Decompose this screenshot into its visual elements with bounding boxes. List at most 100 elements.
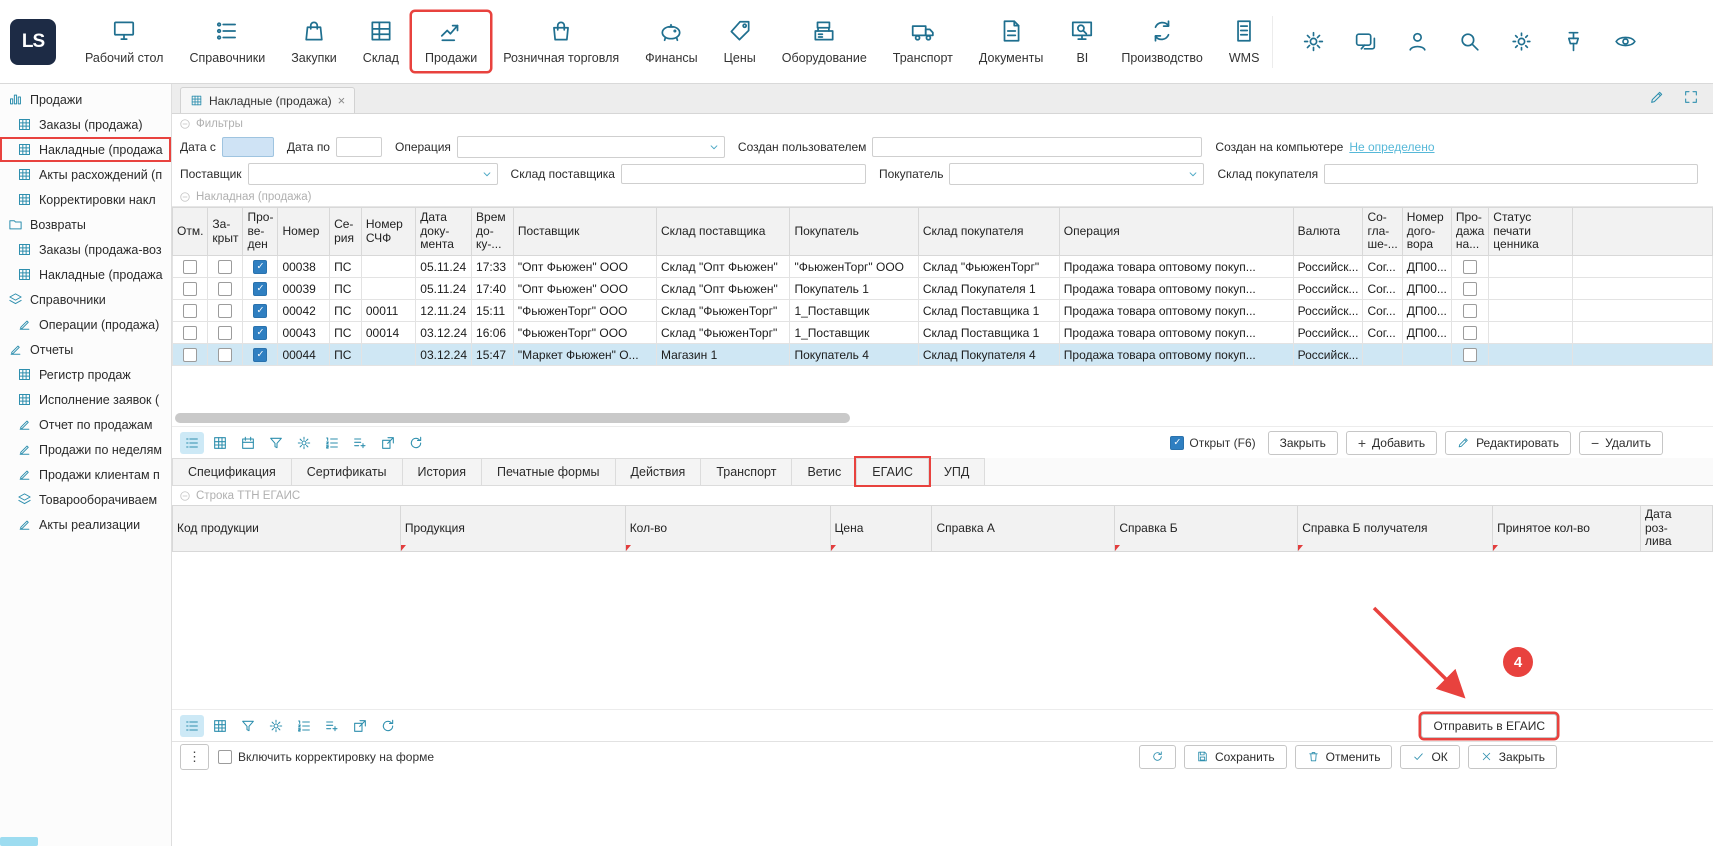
list-view-icon[interactable] — [180, 715, 204, 737]
cell-agreement[interactable] — [1363, 344, 1402, 366]
nav-item-transport[interactable]: Транспорт — [880, 12, 966, 71]
checkbox-otm[interactable] — [183, 304, 197, 318]
nav-item-oborudovanie[interactable]: Оборудование — [769, 12, 880, 71]
cell-agreement[interactable]: Сог... — [1363, 278, 1402, 300]
cell-operation[interactable]: Продажа товара оптовому покуп... — [1059, 300, 1293, 322]
cell-supplier[interactable]: "Маркет Фьюжен" О... — [513, 344, 656, 366]
settings-icon[interactable] — [264, 715, 288, 737]
egais-column-accepted_qty[interactable]: Принятое кол-во — [1493, 506, 1641, 552]
sidebar-item-akty-realizacii[interactable]: Акты реализации — [0, 512, 171, 537]
sidebar-item-vozvraty[interactable]: Возвраты — [0, 212, 171, 237]
sidebar-item-nakladnye-prodazha[interactable]: Накладные (продажа — [0, 137, 171, 162]
list-view-icon[interactable] — [180, 432, 204, 454]
cell-date[interactable]: 05.11.24 — [416, 278, 472, 300]
column-header-schf[interactable]: Номер СЧФ — [361, 208, 415, 256]
checkbox-otm[interactable] — [183, 348, 197, 362]
settings-icon[interactable] — [292, 432, 316, 454]
tab-close-icon[interactable]: × — [338, 93, 346, 108]
checkbox-proveden[interactable] — [253, 304, 267, 318]
sidebar-item-nakladnye-prodazha-vozvrat[interactable]: Накладные (продажа — [0, 262, 171, 287]
collapse-icon[interactable] — [179, 118, 191, 130]
cell-time[interactable]: 15:47 — [472, 344, 514, 366]
nav-item-proizvodstvo[interactable]: Производство — [1108, 12, 1216, 71]
column-header-zakryt[interactable]: За- крыт — [208, 208, 243, 256]
cell-contract[interactable] — [1402, 344, 1451, 366]
cell-seriya[interactable]: ПС — [330, 322, 362, 344]
column-header-proveden[interactable]: Про- ве- ден — [243, 208, 278, 256]
filter-input-supplier-warehouse[interactable] — [621, 164, 866, 184]
cell-currency[interactable]: Российск... — [1293, 278, 1363, 300]
detail-tab-upd[interactable]: УПД — [928, 458, 985, 485]
cancel-button[interactable]: Отменить — [1295, 745, 1393, 769]
table-row-00042[interactable]: 00042ПС0001112.11.2415:11"ФьюженТорг" ОО… — [173, 300, 1713, 322]
cell-schf[interactable] — [361, 344, 415, 366]
open-external-icon[interactable] — [348, 715, 372, 737]
refresh-button[interactable] — [1139, 745, 1176, 769]
egais-column-product[interactable]: Продукция — [400, 506, 625, 552]
cell-contract[interactable]: ДП00... — [1402, 300, 1451, 322]
close-button[interactable]: Закрыть — [1468, 745, 1557, 769]
cell-contract[interactable]: ДП00... — [1402, 256, 1451, 278]
table-row-00039[interactable]: 00039ПС05.11.2417:40"Опт Фьюжен" ОООСкла… — [173, 278, 1713, 300]
detail-tab-sertifikaty[interactable]: Сертификаты — [291, 458, 403, 485]
cell-currency[interactable]: Российск... — [1293, 344, 1363, 366]
cell-supplier_wh[interactable]: Склад "ФьюженТорг" — [656, 300, 790, 322]
visibility-icon[interactable] — [1613, 29, 1638, 54]
cell-supplier_wh[interactable]: Склад "Опт Фьюжен" — [656, 278, 790, 300]
checkbox-zakryt[interactable] — [218, 326, 232, 340]
nav-item-dokumenty[interactable]: Документы — [966, 12, 1056, 71]
egais-column-price[interactable]: Цена — [830, 506, 932, 552]
cell-date[interactable]: 12.11.24 — [416, 300, 472, 322]
cell-buyer_wh[interactable]: Склад Поставщика 1 — [918, 300, 1059, 322]
calendar-icon[interactable] — [236, 432, 260, 454]
add-list-icon[interactable] — [320, 715, 344, 737]
cell-nomer[interactable]: 00039 — [278, 278, 330, 300]
cell-currency[interactable]: Российск... — [1293, 256, 1363, 278]
cell-time[interactable]: 16:06 — [472, 322, 514, 344]
filter-link-created-computer[interactable]: Не определено — [1349, 140, 1434, 154]
cell-buyer[interactable]: "ФьюженТорг" ООО — [790, 256, 918, 278]
edit-button[interactable]: Редактировать — [1445, 431, 1571, 455]
nav-item-tseny[interactable]: Цены — [711, 12, 769, 71]
feedback-icon[interactable] — [1353, 29, 1378, 54]
cell-buyer_wh[interactable]: Склад Покупателя 4 — [918, 344, 1059, 366]
column-header-agreement[interactable]: Со- гла- ше-... — [1363, 208, 1402, 256]
column-header-nomer[interactable]: Номер — [278, 208, 330, 256]
checkbox-otm[interactable] — [183, 326, 197, 340]
cell-nomer[interactable]: 00038 — [278, 256, 330, 278]
edit-pencil-icon[interactable] — [1649, 89, 1665, 105]
detail-tab-deystviya[interactable]: Действия — [615, 458, 702, 485]
detail-tab-specifikaciya[interactable]: Спецификация — [172, 458, 292, 485]
column-header-supplier[interactable]: Поставщик — [513, 208, 656, 256]
cell-agreement[interactable]: Сог... — [1363, 256, 1402, 278]
delete-button[interactable]: −Удалить — [1579, 431, 1663, 455]
filter-icon[interactable] — [264, 432, 288, 454]
cell-supplier_wh[interactable]: Склад "Опт Фьюжен" — [656, 256, 790, 278]
filter-select-operation[interactable] — [457, 136, 725, 158]
checkbox-proveden[interactable] — [253, 282, 267, 296]
cell-contract[interactable]: ДП00... — [1402, 322, 1451, 344]
cell-seriya[interactable]: ПС — [330, 256, 362, 278]
nav-item-roznichnaya-torgovlya[interactable]: Розничная торговля — [490, 12, 632, 71]
cell-currency[interactable]: Российск... — [1293, 322, 1363, 344]
collapse-icon[interactable] — [179, 490, 191, 502]
cell-status[interactable] — [1489, 278, 1573, 300]
cell-status[interactable] — [1489, 300, 1573, 322]
column-header-contract[interactable]: Номер дого- вора — [1402, 208, 1451, 256]
save-button[interactable]: Сохранить — [1184, 745, 1287, 769]
column-header-buyer[interactable]: Покупатель — [790, 208, 918, 256]
filter-input-buyer-warehouse[interactable] — [1324, 164, 1698, 184]
cell-date[interactable]: 03.12.24 — [416, 322, 472, 344]
cell-supplier[interactable]: "ФьюженТорг" ООО — [513, 300, 656, 322]
detail-tab-vetis[interactable]: Ветис — [791, 458, 857, 485]
column-header-date[interactable]: Дата доку- мента — [416, 208, 472, 256]
egais-column-bottling_date[interactable]: Дата роз- лива — [1640, 506, 1712, 552]
pin-icon[interactable] — [1561, 29, 1586, 54]
open-f6-checkbox[interactable]: Открыт (F6) — [1170, 436, 1255, 450]
checkbox-sale[interactable] — [1463, 326, 1477, 340]
cell-supplier_wh[interactable]: Магазин 1 — [656, 344, 790, 366]
cell-status[interactable] — [1489, 256, 1573, 278]
nav-item-sklad[interactable]: Склад — [350, 12, 412, 71]
checkbox-proveden[interactable] — [253, 348, 267, 362]
cell-buyer[interactable]: 1_Поставщик — [790, 300, 918, 322]
